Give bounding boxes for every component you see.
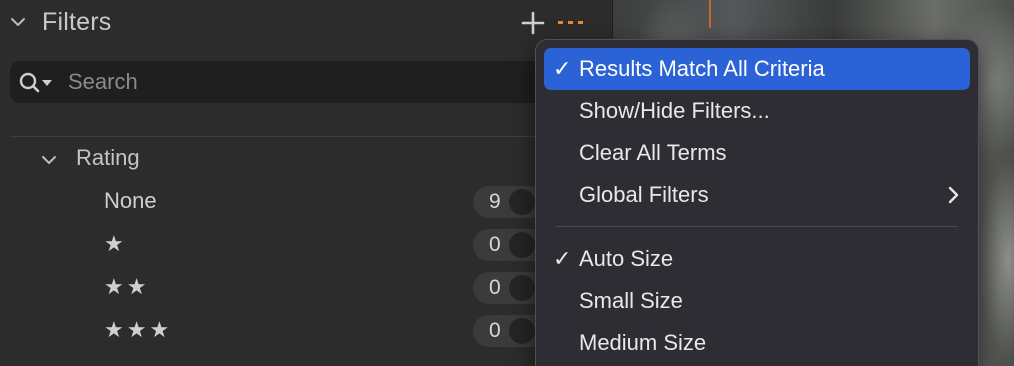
count-value: 0	[489, 276, 501, 299]
count-knob	[509, 189, 535, 215]
menu-item-label: Results Match All Criteria	[579, 56, 825, 81]
count-value: 0	[489, 233, 501, 256]
rating-row-one-star[interactable]: ★ 0	[0, 229, 612, 263]
rating-row-label: ★	[104, 231, 127, 256]
checkmark-icon: ✓	[553, 56, 572, 81]
panel-title: Filters	[42, 8, 112, 36]
menu-item-medium-size[interactable]: Medium Size	[544, 322, 970, 364]
menu-separator	[556, 226, 958, 227]
app-window: Filters Rating	[0, 0, 1014, 366]
rating-row-three-stars[interactable]: ★★★ 0	[0, 315, 612, 349]
rating-row-none[interactable]: None 9	[0, 186, 612, 220]
menu-item-auto-size[interactable]: ✓ Auto Size	[544, 238, 970, 280]
rating-row-label: ★★★	[104, 317, 173, 342]
menu-item-results-match-all[interactable]: ✓ Results Match All Criteria	[544, 48, 970, 90]
count-knob	[509, 275, 535, 301]
menu-item-label: Global Filters	[579, 182, 709, 207]
chevron-down-icon[interactable]	[9, 13, 27, 31]
checkmark-icon: ✓	[553, 246, 572, 271]
count-knob	[509, 232, 535, 258]
search-input[interactable]	[68, 67, 538, 97]
menu-item-global-filters[interactable]: Global Filters	[544, 174, 970, 216]
menu-item-label: Show/Hide Filters...	[579, 98, 770, 123]
filters-header: Filters	[0, 0, 612, 46]
rating-row-label: ★★	[104, 274, 150, 299]
menu-item-small-size[interactable]: Small Size	[544, 280, 970, 322]
count-value: 0	[489, 319, 501, 342]
count-knob	[509, 318, 535, 344]
search-icon[interactable]	[18, 71, 60, 95]
menu-item-show-hide-filters[interactable]: Show/Hide Filters...	[544, 90, 970, 132]
menu-item-label: Medium Size	[579, 330, 707, 355]
menu-item-label: Auto Size	[579, 246, 674, 271]
section-divider	[10, 136, 612, 137]
filters-panel: Filters Rating	[0, 0, 612, 366]
photo-detail	[709, 0, 711, 28]
menu-item-label: Clear All Terms	[579, 140, 727, 165]
chevron-down-icon[interactable]	[40, 153, 58, 169]
chevron-right-icon	[948, 186, 959, 204]
rating-row-label: None	[104, 188, 157, 213]
plus-icon[interactable]	[520, 10, 546, 36]
rating-section-label: Rating	[76, 145, 140, 170]
more-horizontal-icon[interactable]	[557, 12, 585, 32]
menu-item-clear-all-terms[interactable]: Clear All Terms	[544, 132, 970, 174]
filters-options-menu: ✓ Results Match All Criteria Show/Hide F…	[535, 39, 979, 366]
count-value: 9	[489, 190, 501, 213]
search-field	[10, 61, 610, 103]
rating-row-two-stars[interactable]: ★★ 0	[0, 272, 612, 306]
menu-item-label: Small Size	[579, 288, 683, 313]
